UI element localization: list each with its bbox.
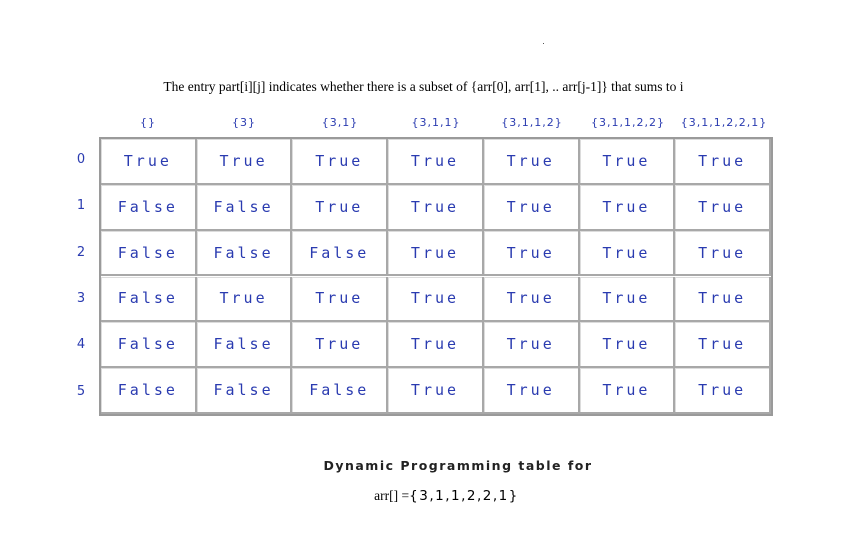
table-cell: True: [579, 230, 676, 277]
table-cell: False: [196, 368, 293, 414]
table-cell: True: [483, 230, 580, 277]
table-cell: False: [196, 230, 293, 277]
table-cell: True: [292, 276, 389, 323]
column-header: {3,1,1,2,2,1}: [680, 116, 768, 129]
row-label: 2: [76, 245, 86, 260]
column-header: {}: [140, 116, 156, 129]
table-cell: False: [101, 276, 197, 323]
column-header: {3}: [232, 116, 256, 129]
table-cell: False: [101, 322, 197, 369]
table-cell: True: [101, 139, 197, 185]
table-cell: False: [101, 230, 197, 277]
table-cell: True: [675, 184, 771, 231]
table-description: The entry part[i][j] indicates whether t…: [163, 79, 684, 94]
row-label: 5: [76, 384, 86, 399]
table-cell: True: [675, 322, 771, 369]
caption-array: arr[] ={3,1,1,2,2,1}: [0, 488, 847, 504]
column-headers: {} {3} {3,1} {3,1,1} {3,1,1,2} {3,1,1,2,…: [100, 116, 772, 136]
table-cell: True: [579, 139, 676, 185]
stray-dot: [543, 43, 544, 44]
table-cell: True: [675, 139, 771, 185]
table-cell: False: [196, 322, 293, 369]
table-cell: False: [292, 368, 389, 414]
table-cell: True: [579, 276, 676, 323]
table-cell: True: [388, 368, 484, 414]
table-cell: False: [101, 368, 197, 414]
table-cell: True: [675, 368, 771, 414]
table-cell: True: [292, 322, 389, 369]
caption-title: Dynamic Programming table for: [323, 458, 593, 473]
table-cell: True: [579, 322, 676, 369]
table-cell: True: [388, 139, 484, 185]
caption-array-value: {3,1,1,2,2,1}: [409, 488, 519, 504]
table-cell: True: [196, 139, 293, 185]
table-cell: False: [196, 184, 293, 231]
table-cell: False: [101, 184, 197, 231]
column-header: {3,1,1,2}: [501, 116, 563, 129]
table-cell: True: [388, 276, 484, 323]
table-cell: False: [292, 230, 389, 277]
row-label: 0: [76, 152, 86, 167]
row-label: 1: [76, 198, 86, 213]
table-cell: True: [388, 184, 484, 231]
dp-table: True True True True True True True False False Tr…: [99, 137, 773, 416]
column-header: {3,1,1}: [411, 116, 461, 129]
table-cell: True: [483, 276, 580, 323]
table-cell: True: [483, 184, 580, 231]
table-cell: True: [483, 322, 580, 369]
row-label: 4: [76, 337, 86, 352]
table-cell: True: [675, 230, 771, 277]
column-header: {3,1,1,2,2}: [591, 116, 665, 129]
table-cell: True: [483, 368, 580, 414]
table-cell: True: [579, 184, 676, 231]
table-cell: True: [292, 184, 389, 231]
table-cell: True: [483, 139, 580, 185]
table-cell: True: [579, 368, 676, 414]
column-header: {3,1}: [321, 116, 359, 129]
table-cell: True: [292, 139, 389, 185]
row-labels: 0 1 2 3 4 5: [66, 138, 96, 415]
table-cell: True: [388, 230, 484, 277]
table-cell: True: [388, 322, 484, 369]
table-cell: True: [675, 276, 771, 323]
row-label: 3: [76, 291, 86, 306]
caption-array-prefix: arr[] =: [374, 488, 410, 503]
table-cell: True: [196, 276, 293, 323]
